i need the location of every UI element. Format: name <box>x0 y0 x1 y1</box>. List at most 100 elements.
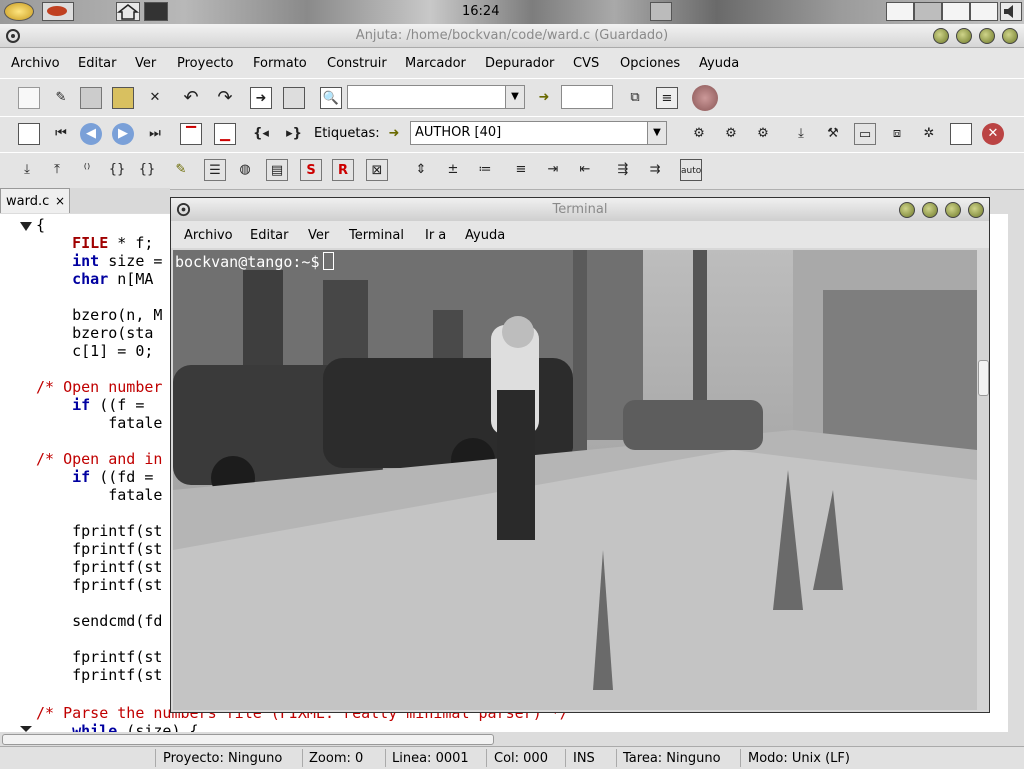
document-properties-icon[interactable] <box>950 123 972 145</box>
wrap-icon[interactable]: ⇶ <box>612 159 634 181</box>
stop-icon[interactable] <box>692 85 718 111</box>
menu-marcador[interactable]: Marcador <box>405 56 466 71</box>
scrollbar-thumb[interactable] <box>978 360 989 396</box>
bookmark-toggle-icon[interactable]: ▔ <box>180 123 202 145</box>
indent-right-icon[interactable]: ⇥ <box>542 159 564 181</box>
find-icon[interactable]: 🔍 <box>320 87 342 109</box>
document-icon[interactable] <box>18 123 40 145</box>
menu-editar[interactable]: Editar <box>78 56 117 71</box>
forward-icon[interactable]: ▶ <box>112 123 134 145</box>
close-file-icon[interactable]: ✕ <box>144 87 166 109</box>
search-combo[interactable]: ▼ <box>347 85 525 109</box>
list-icon[interactable]: ☰ <box>204 159 226 181</box>
minimize-icon[interactable] <box>956 28 972 44</box>
screenshot-icon[interactable] <box>650 2 672 21</box>
close-icon[interactable] <box>968 202 984 218</box>
workspace-3[interactable] <box>942 2 970 21</box>
open-file-icon[interactable]: ✎ <box>50 87 72 109</box>
workspace-1[interactable] <box>886 2 914 21</box>
terminal-titlebar[interactable]: Terminal <box>171 198 989 221</box>
first-icon[interactable]: ⏮ <box>50 123 72 145</box>
find-next-icon[interactable]: ➜ <box>533 87 555 109</box>
terminal-launcher-icon[interactable] <box>144 2 168 21</box>
menu-archivo[interactable]: Archivo <box>11 56 60 71</box>
open-project-icon[interactable]: ➜ <box>250 87 272 109</box>
gear-icon[interactable]: ✲ <box>918 123 940 145</box>
window-menu-icon[interactable] <box>933 28 949 44</box>
print-icon[interactable] <box>283 87 305 109</box>
terminal-window[interactable]: Terminal Archivo Editar Ver Terminal Ir … <box>170 197 990 713</box>
workspace-2[interactable] <box>914 2 942 21</box>
auto-format-icon[interactable]: auto <box>680 159 702 181</box>
r-icon[interactable]: R <box>332 159 354 181</box>
menu-ayuda[interactable]: Ayuda <box>699 56 739 71</box>
brace-icon[interactable]: {} <box>106 159 128 181</box>
build-compile-icon[interactable]: ⚙ <box>688 123 710 145</box>
last-icon[interactable]: ⏭ <box>144 123 166 145</box>
terminal-menu-ver[interactable]: Ver <box>308 228 329 243</box>
line-spacing-icon[interactable]: ⇕ <box>410 159 432 181</box>
build-icon[interactable]: ⚙ <box>720 123 742 145</box>
terminal-menu-terminal[interactable]: Terminal <box>349 228 404 243</box>
execute-icon[interactable]: ▭ <box>854 123 876 145</box>
indent-left-icon[interactable]: ⇤ <box>574 159 596 181</box>
scrollbar-thumb[interactable] <box>2 734 494 745</box>
unwrap-icon[interactable]: ⇉ <box>644 159 666 181</box>
goto-line-input[interactable] <box>561 85 613 109</box>
editor-vertical-scrollbar[interactable] <box>1008 214 1024 732</box>
workspace-4[interactable] <box>970 2 998 21</box>
clock[interactable]: 16:24 <box>462 4 499 19</box>
go-line-icon[interactable]: ⧉ <box>624 87 646 109</box>
browser-launcher-icon[interactable] <box>42 2 74 21</box>
add-line-icon[interactable]: ± <box>442 159 464 181</box>
fold-marker-icon[interactable] <box>20 222 32 232</box>
menu-cvs[interactable]: CVS <box>573 56 599 71</box>
align-icon[interactable]: ≡ <box>510 159 532 181</box>
editor-horizontal-scrollbar[interactable] <box>0 732 1024 746</box>
tag-go-icon[interactable]: ➜ <box>383 123 405 145</box>
chevron-down-icon[interactable]: ▼ <box>505 86 524 108</box>
volume-icon[interactable] <box>1000 2 1022 21</box>
menu-opciones[interactable]: Opciones <box>620 56 680 71</box>
maximize-icon[interactable] <box>945 202 961 218</box>
new-file-icon[interactable] <box>18 87 40 109</box>
terminal-menu-archivo[interactable]: Archivo <box>184 228 233 243</box>
preferences-icon[interactable]: ≡ <box>656 87 678 109</box>
terminal-scrollbar[interactable] <box>977 250 989 710</box>
build-all-icon[interactable]: ⚙ <box>752 123 774 145</box>
terminal-prompt[interactable]: bockvan@tango:~$ <box>175 252 334 271</box>
paren-icon[interactable]: ⁽⁾ <box>76 159 98 181</box>
remove-line-icon[interactable]: ≔ <box>474 159 496 181</box>
bookmark-clear-icon[interactable]: ▁ <box>214 123 236 145</box>
save-icon[interactable] <box>80 87 102 109</box>
debug-icon[interactable]: ⧈ <box>886 123 908 145</box>
terminal-menu-editar[interactable]: Editar <box>250 228 289 243</box>
indent-icon[interactable]: ⤓ <box>16 159 38 181</box>
s-icon[interactable]: S <box>300 159 322 181</box>
tab-ward-c[interactable]: ward.c × <box>0 188 70 213</box>
configure-icon[interactable]: ⚒ <box>822 123 844 145</box>
install-icon[interactable]: ⤓ <box>790 123 812 145</box>
block-end-icon[interactable]: ▸} <box>283 123 305 145</box>
unindent-icon[interactable]: ⤒ <box>46 159 68 181</box>
delete-icon[interactable]: ⊠ <box>366 159 388 181</box>
menu-depurador[interactable]: Depurador <box>485 56 554 71</box>
foot-menu-icon[interactable] <box>4 2 34 21</box>
menu-proyecto[interactable]: Proyecto <box>177 56 234 71</box>
match-brace-icon[interactable]: {} <box>136 159 158 181</box>
menu-construir[interactable]: Construir <box>327 56 387 71</box>
tags-combo[interactable]: AUTHOR [40] ▼ <box>410 121 667 145</box>
home-icon[interactable] <box>116 2 140 21</box>
maximize-icon[interactable] <box>979 28 995 44</box>
block-start-icon[interactable]: {◂ <box>250 123 272 145</box>
window-icon[interactable]: ▤ <box>266 159 288 181</box>
terminal-menu-ir-a[interactable]: Ir a <box>425 228 446 243</box>
close-icon[interactable] <box>1002 28 1018 44</box>
chevron-down-icon[interactable]: ▼ <box>647 122 666 144</box>
redo-icon[interactable]: ↷ <box>214 87 236 109</box>
save-all-icon[interactable] <box>112 87 134 109</box>
stop-build-icon[interactable]: ✕ <box>982 123 1004 145</box>
terminal-menu-ayuda[interactable]: Ayuda <box>465 228 505 243</box>
menu-ver[interactable]: Ver <box>135 56 156 71</box>
tab-close-icon[interactable]: × <box>55 194 65 208</box>
